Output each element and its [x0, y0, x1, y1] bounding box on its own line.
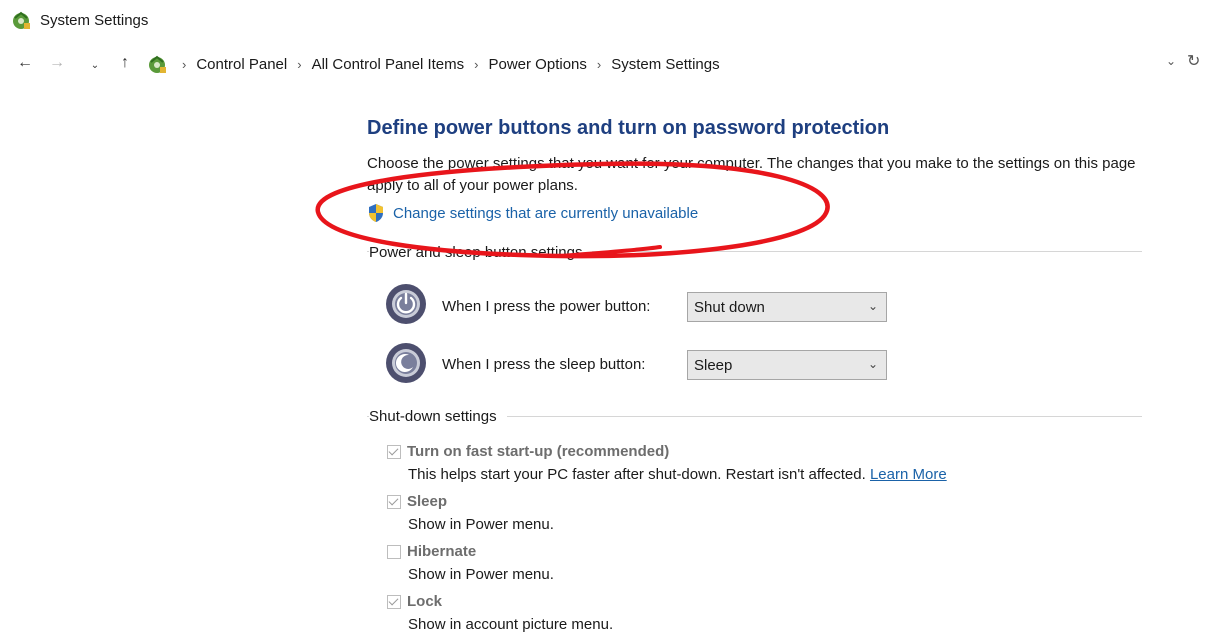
- up-arrow-icon[interactable]: ↑: [114, 52, 136, 74]
- sleep-checkbox-row: Sleep: [387, 493, 447, 510]
- title-bar: System Settings: [10, 8, 148, 32]
- fast-startup-desc-text: This helps start your PC faster after sh…: [408, 466, 866, 483]
- learn-more-link[interactable]: Learn More: [870, 466, 947, 483]
- change-settings-link-text[interactable]: Change settings that are currently unava…: [393, 205, 698, 222]
- chevron-right-icon[interactable]: ›: [474, 57, 478, 72]
- chevron-down-icon: ⌄: [867, 299, 878, 313]
- refresh-icon[interactable]: ↻: [1187, 51, 1200, 71]
- lock-checkbox[interactable]: [387, 594, 401, 609]
- lock-checkbox-row: Lock: [387, 593, 442, 610]
- chevron-right-icon[interactable]: ›: [182, 57, 186, 72]
- sleep-button-select[interactable]: Sleep ⌄: [687, 350, 887, 380]
- sleep-button-select-value: Sleep: [694, 356, 733, 374]
- hibernate-label: Hibernate: [407, 543, 477, 560]
- page-title: Define power buttons and turn on passwor…: [367, 117, 890, 139]
- lock-label: Lock: [407, 593, 443, 610]
- breadcrumb-control-panel[interactable]: Control Panel: [196, 56, 287, 73]
- fast-startup-description: This helps start your PC faster after sh…: [408, 466, 947, 483]
- power-button-icon: [386, 284, 426, 324]
- chevron-right-icon[interactable]: ›: [597, 57, 601, 72]
- power-options-icon: [13, 11, 30, 29]
- uac-shield-icon: [369, 204, 383, 222]
- sleep-label: Sleep: [407, 493, 448, 510]
- forward-arrow-icon[interactable]: →: [46, 52, 68, 74]
- power-sleep-section-label: Power and sleep button settings: [369, 244, 593, 261]
- power-button-select[interactable]: Shut down ⌄: [687, 292, 887, 322]
- address-dropdown-icon[interactable]: ⌄: [1166, 54, 1176, 68]
- fast-startup-checkbox[interactable]: [387, 444, 401, 459]
- control-panel-icon: [149, 55, 166, 73]
- breadcrumb-power-options[interactable]: Power Options: [489, 56, 587, 73]
- change-settings-link[interactable]: Change settings that are currently unava…: [367, 203, 698, 223]
- shutdown-section-label: Shut-down settings: [369, 408, 507, 425]
- power-button-select-value: Shut down: [694, 298, 765, 316]
- annotation-ellipse: [315, 161, 830, 259]
- breadcrumb-all-items[interactable]: All Control Panel Items: [312, 56, 465, 73]
- hibernate-checkbox-row: Hibernate: [387, 543, 476, 560]
- fast-startup-label: Turn on fast start-up (recommended): [407, 443, 670, 460]
- power-button-label: When I press the power button:: [442, 298, 651, 315]
- hibernate-description: Show in Power menu.: [408, 566, 554, 583]
- breadcrumb-system-settings[interactable]: System Settings: [611, 56, 719, 73]
- chevron-right-icon[interactable]: ›: [297, 57, 301, 72]
- fast-startup-checkbox-row: Turn on fast start-up (recommended): [387, 443, 669, 460]
- back-arrow-icon[interactable]: ←: [14, 52, 36, 74]
- sleep-button-setting: [385, 342, 427, 384]
- sleep-button-icon: [386, 343, 426, 383]
- sleep-description: Show in Power menu.: [408, 516, 554, 533]
- navigation-bar: ← → ⌄ ↑ › Control Panel › All Control Pa…: [0, 48, 1210, 80]
- page-description: Choose the power settings that you want …: [367, 155, 1136, 194]
- hibernate-checkbox[interactable]: [387, 544, 401, 559]
- window-title: System Settings: [40, 11, 149, 29]
- chevron-down-icon: ⌄: [867, 357, 878, 371]
- breadcrumb: › Control Panel › All Control Panel Item…: [146, 52, 720, 76]
- lock-description: Show in account picture menu.: [408, 616, 614, 633]
- power-button-setting: [385, 283, 427, 325]
- sleep-button-label: When I press the sleep button:: [442, 356, 646, 373]
- recent-locations-chevron-icon[interactable]: ⌄: [84, 54, 106, 76]
- sleep-checkbox[interactable]: [387, 494, 401, 509]
